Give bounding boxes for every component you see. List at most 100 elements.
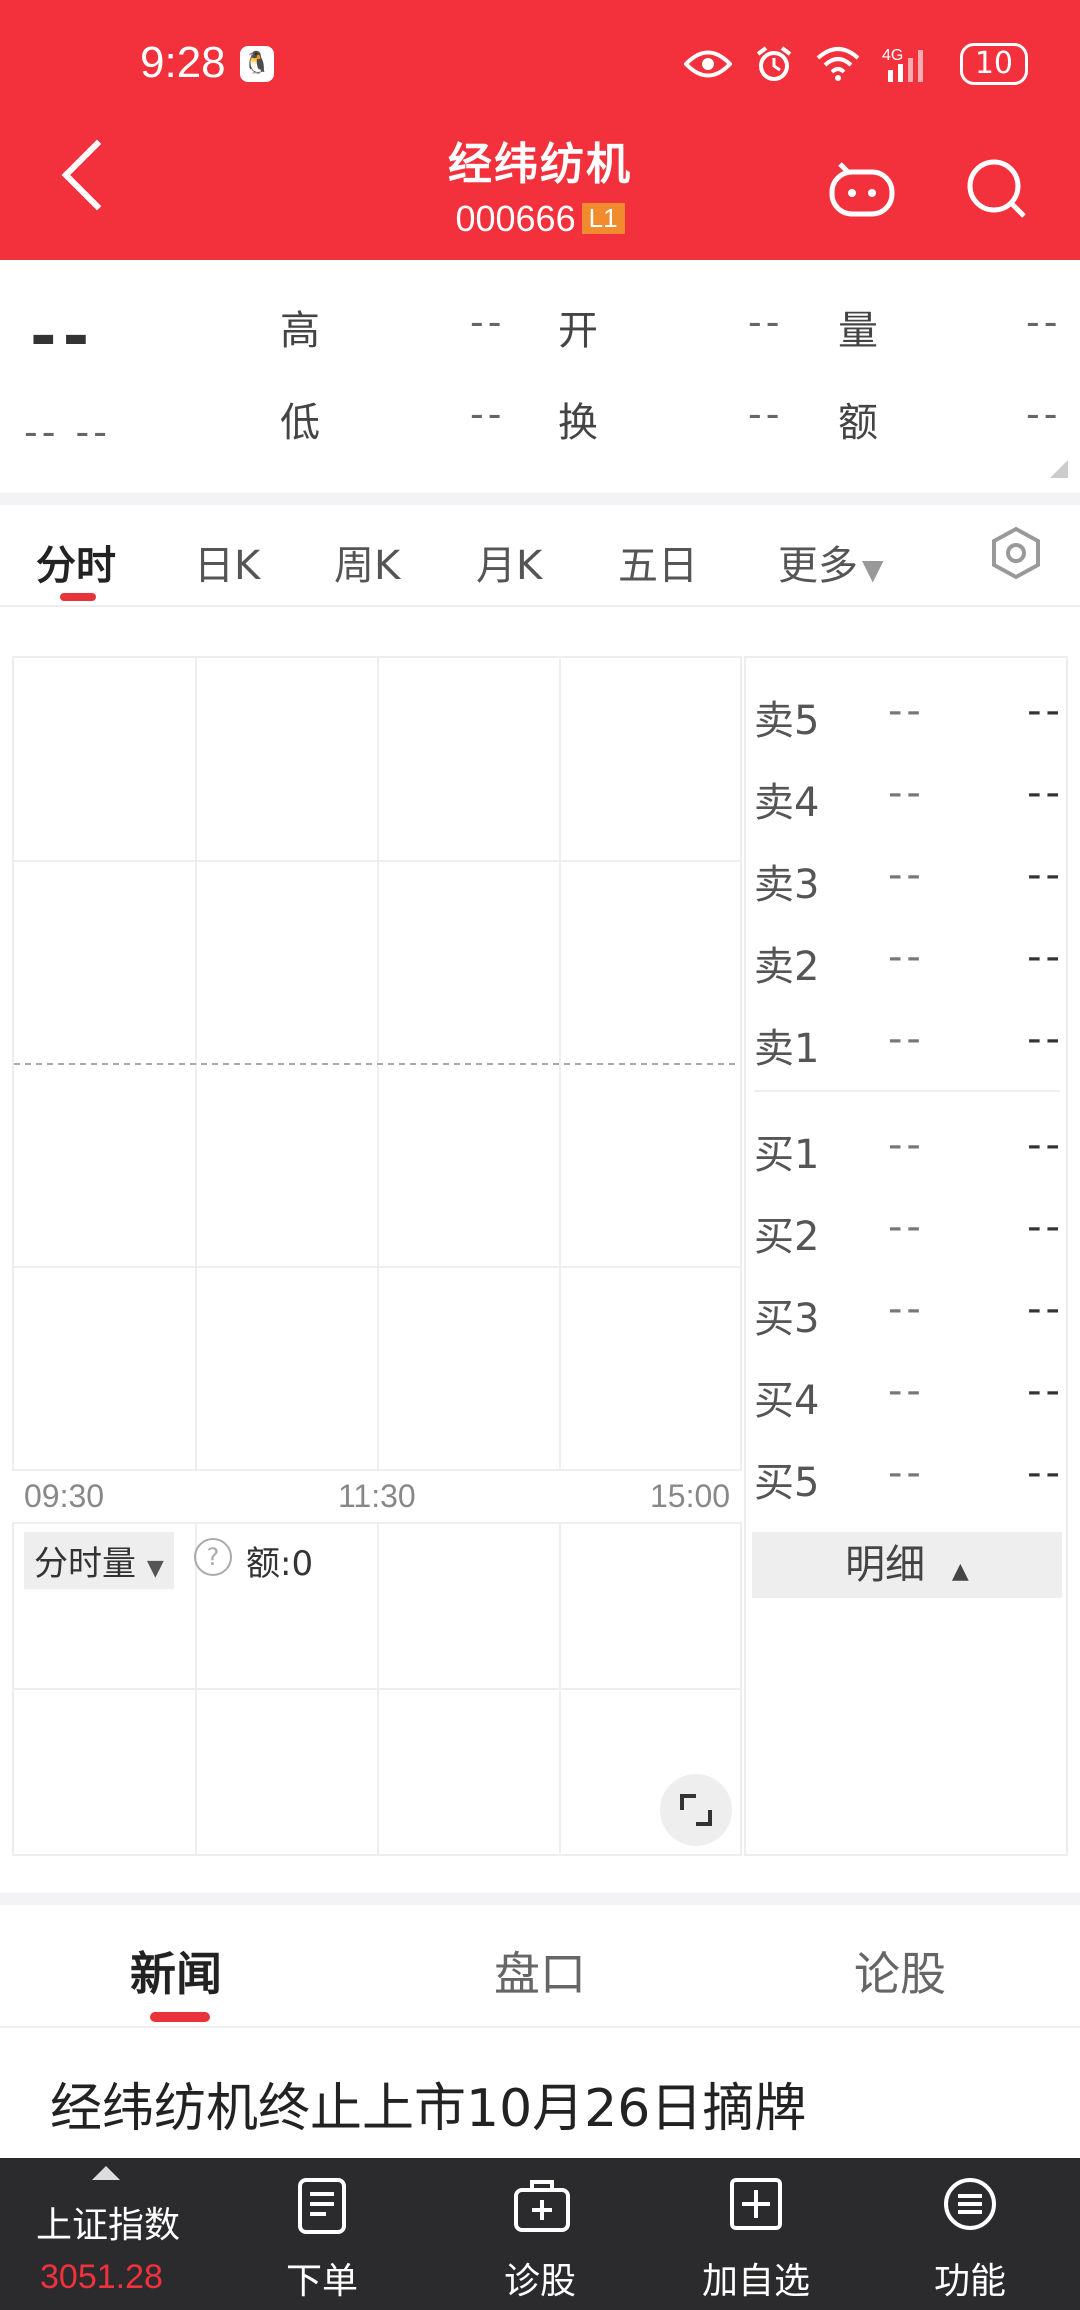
stock-code-line: 000666 L1	[0, 198, 1080, 240]
app-header: 9:28 🐧 4G 10 经纬纺机 000666 L1	[0, 0, 1080, 260]
volume-indicator-select[interactable]: 分时量 ▼	[24, 1532, 174, 1589]
fullscreen-icon	[680, 1794, 712, 1826]
order-price: --	[888, 1016, 925, 1062]
order-label: 买3	[754, 1296, 820, 1342]
battery-indicator: 10	[959, 43, 1028, 85]
menu-circle-icon	[944, 2178, 996, 2230]
fullscreen-expand-button[interactable]	[660, 1774, 732, 1846]
order-row-bid4: 买4 -- --	[754, 1348, 1064, 1430]
wifi-icon	[816, 47, 860, 81]
help-question-icon[interactable]: ?	[194, 1538, 232, 1576]
tab-monthly-k[interactable]: 月K	[476, 533, 542, 591]
order-document-icon	[298, 2178, 346, 2234]
trade-detail-label: 明细	[845, 1542, 926, 1588]
settings-hexagon-icon[interactable]	[988, 525, 1044, 581]
current-price: --	[30, 300, 96, 374]
volume-value: --	[1026, 300, 1062, 344]
eye-icon	[683, 50, 732, 78]
tab-more[interactable]: 更多 ▼	[778, 533, 884, 591]
caret-up-icon: ▲	[951, 1559, 969, 1584]
order-row-ask2: 卖2 -- --	[754, 914, 1064, 996]
status-time: 9:28	[140, 38, 226, 87]
caret-down-icon: ▼	[862, 553, 884, 586]
volume-amount: 额:0	[246, 1544, 314, 1584]
high-label: 高	[280, 308, 320, 354]
order-label: 卖2	[754, 944, 820, 990]
order-price: --	[888, 852, 925, 898]
diagnose-button[interactable]: 诊股	[440, 2158, 640, 2310]
level-badge: L1	[581, 203, 625, 234]
price-change: -- --	[24, 410, 111, 454]
stock-title-block: 经纬纺机 000666 L1	[0, 128, 1080, 240]
robot-assistant-icon[interactable]	[828, 162, 896, 218]
order-label: 买4	[754, 1378, 820, 1424]
order-row-ask3: 卖3 -- --	[754, 832, 1064, 914]
tab-news[interactable]: 新闻	[130, 1938, 222, 2004]
amount-value: --	[1026, 392, 1062, 436]
status-bar: 9:28 🐧 4G 10	[0, 0, 1080, 120]
intraday-price-chart[interactable]	[12, 656, 742, 1471]
open-value: --	[748, 300, 784, 344]
quote-summary: -- -- -- 高 -- 开 -- 量 -- 低 -- 换 -- 额 --	[0, 260, 1080, 495]
order-button[interactable]: 下单	[222, 2158, 422, 2310]
order-price: --	[888, 1204, 925, 1250]
tab-weekly-k[interactable]: 周K	[334, 533, 400, 591]
order-price: --	[888, 688, 925, 734]
order-volume: --	[1027, 934, 1064, 980]
open-label: 开	[558, 308, 598, 354]
qq-notification-icon: 🐧	[240, 46, 274, 82]
order-price: --	[888, 934, 925, 980]
order-volume: --	[1027, 1204, 1064, 1250]
tab-daily-k[interactable]: 日K	[194, 533, 260, 591]
order-label: 买5	[754, 1460, 820, 1506]
add-watchlist-button[interactable]: 加自选	[656, 2158, 856, 2310]
volume-indicator-label: 分时量	[34, 1544, 136, 1584]
expand-corner-icon[interactable]	[1050, 460, 1068, 478]
order-label: 卖3	[754, 862, 820, 908]
order-volume: --	[1027, 1450, 1064, 1496]
diagnose-kit-icon	[514, 2180, 570, 2232]
order-price: --	[888, 1122, 925, 1168]
tab-five-day[interactable]: 五日	[618, 533, 698, 591]
news-headline[interactable]: 经纬纺机终止上市10月26日摘牌	[50, 2066, 806, 2141]
volume-label: 量	[838, 308, 878, 354]
order-row-bid5: 买5 -- --	[754, 1430, 1064, 1512]
tab-order-book[interactable]: 盘口	[494, 1938, 586, 2004]
order-volume: --	[1027, 1286, 1064, 1332]
bottom-toolbar: 上证指数 3051.28 下单 诊股 加自选 功能	[0, 2158, 1080, 2310]
turnover-label: 换	[558, 400, 598, 446]
order-row-ask5: 卖5 -- --	[754, 668, 1064, 750]
order-price: --	[888, 770, 925, 816]
order-price: --	[888, 1286, 925, 1332]
functions-label: 功能	[933, 2261, 1006, 2302]
active-tab-indicator	[150, 2012, 210, 2022]
trade-detail-button[interactable]: 明细 ▲	[752, 1532, 1062, 1598]
order-row-bid1: 买1 -- --	[754, 1102, 1064, 1184]
stock-code: 000666	[455, 198, 576, 239]
diagnose-label: 诊股	[503, 2261, 576, 2302]
order-label: 下单	[285, 2261, 358, 2302]
index-value: 3051.28	[40, 2258, 163, 2296]
tab-intraday[interactable]: 分时	[36, 533, 116, 591]
low-value: --	[470, 392, 506, 436]
alarm-icon	[756, 46, 792, 81]
order-label: 卖5	[754, 698, 820, 744]
x-tick-open: 09:30	[24, 1478, 105, 1514]
caret-down-icon: ▼	[146, 1556, 164, 1581]
order-volume: --	[1027, 688, 1064, 734]
search-icon[interactable]	[964, 156, 1030, 222]
expand-up-icon	[92, 2166, 120, 2180]
order-volume: --	[1027, 1122, 1064, 1168]
market-index-ticker[interactable]: 上证指数 3051.28	[0, 2158, 220, 2310]
order-label: 买1	[754, 1132, 820, 1178]
add-watchlist-label: 加自选	[701, 2261, 810, 2302]
order-price: --	[888, 1368, 925, 1414]
index-name: 上证指数	[36, 2205, 181, 2246]
order-row-bid2: 买2 -- --	[754, 1184, 1064, 1266]
tab-forum[interactable]: 论股	[854, 1938, 946, 2004]
x-tick-midday: 11:30	[338, 1478, 416, 1514]
turnover-value: --	[748, 392, 784, 436]
functions-button[interactable]: 功能	[870, 2158, 1070, 2310]
price-grid	[14, 658, 740, 1469]
amount-label: 额	[838, 400, 878, 446]
